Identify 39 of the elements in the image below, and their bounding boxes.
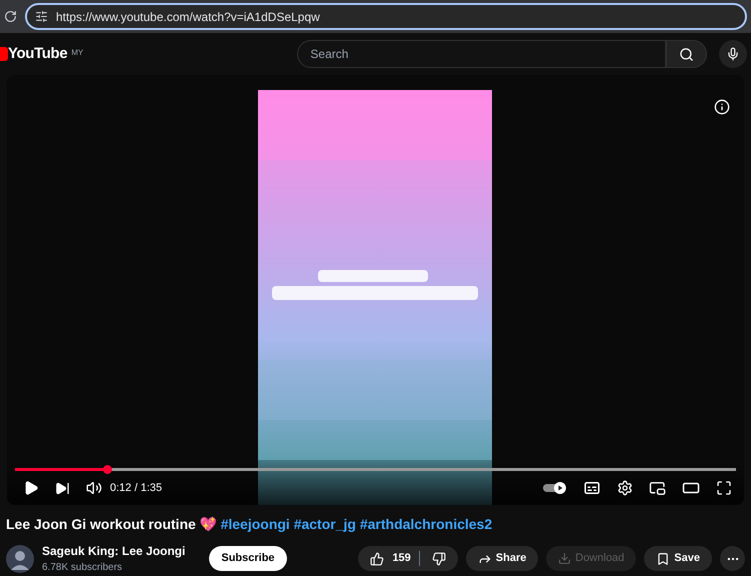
- thumbs-up-icon: [370, 552, 384, 566]
- download-icon: [558, 552, 572, 565]
- channel-avatar[interactable]: [6, 544, 34, 572]
- thumbs-down-icon: [432, 552, 446, 566]
- autoplay-toggle-icon[interactable]: [543, 482, 567, 494]
- url-text: https://www.youtube.com/watch?v=iA1dDSeLpqw: [56, 8, 320, 26]
- miniplayer-icon[interactable]: [649, 480, 666, 496]
- settings-icon[interactable]: [617, 480, 633, 496]
- hashtag-link[interactable]: #actor_jg: [294, 516, 356, 532]
- video-player[interactable]: 0:12 / 1:35: [7, 75, 744, 505]
- play-icon[interactable]: [23, 480, 39, 496]
- captions-icon[interactable]: [583, 479, 601, 497]
- hashtag-link[interactable]: #leejoongi: [220, 516, 290, 532]
- share-button[interactable]: Share: [466, 546, 538, 571]
- more-button[interactable]: [720, 546, 745, 571]
- address-bar[interactable]: https://www.youtube.com/watch?v=iA1dDSeLpqw: [25, 3, 747, 30]
- search-field[interactable]: Search: [297, 40, 666, 68]
- site-settings-icon[interactable]: [35, 10, 48, 23]
- youtube-logo[interactable]: YouTube MY: [0, 42, 296, 66]
- bookmark-icon: [656, 552, 670, 566]
- next-icon[interactable]: [55, 480, 70, 496]
- volume-icon[interactable]: [86, 480, 102, 496]
- video-title: Lee Joon Gi workout routine 💖 #leejoongi #actor_jg #arthdalchronicles2: [5, 515, 494, 534]
- time-display: 0:12 / 1:35: [110, 480, 162, 496]
- voice-search-button[interactable]: [719, 40, 747, 68]
- subscribe-button[interactable]: Subscribe: [209, 546, 287, 571]
- play-logo-icon: [0, 47, 8, 61]
- microphone-icon: [726, 47, 740, 61]
- progress-handle[interactable]: [103, 465, 112, 474]
- info-icon[interactable]: [714, 99, 730, 115]
- search-button[interactable]: [666, 40, 708, 68]
- channel-name[interactable]: Sageuk King: Lee Joongi: [42, 542, 186, 560]
- hashtag-link[interactable]: #arthdalchronicles2: [360, 516, 492, 532]
- reload-icon[interactable]: [4, 10, 17, 23]
- search-icon: [679, 46, 694, 62]
- like-button[interactable]: 159: [358, 550, 419, 567]
- fullscreen-icon[interactable]: [716, 480, 732, 496]
- save-button[interactable]: Save: [644, 546, 712, 571]
- subscriber-count: 6.78K subscribers: [42, 561, 124, 575]
